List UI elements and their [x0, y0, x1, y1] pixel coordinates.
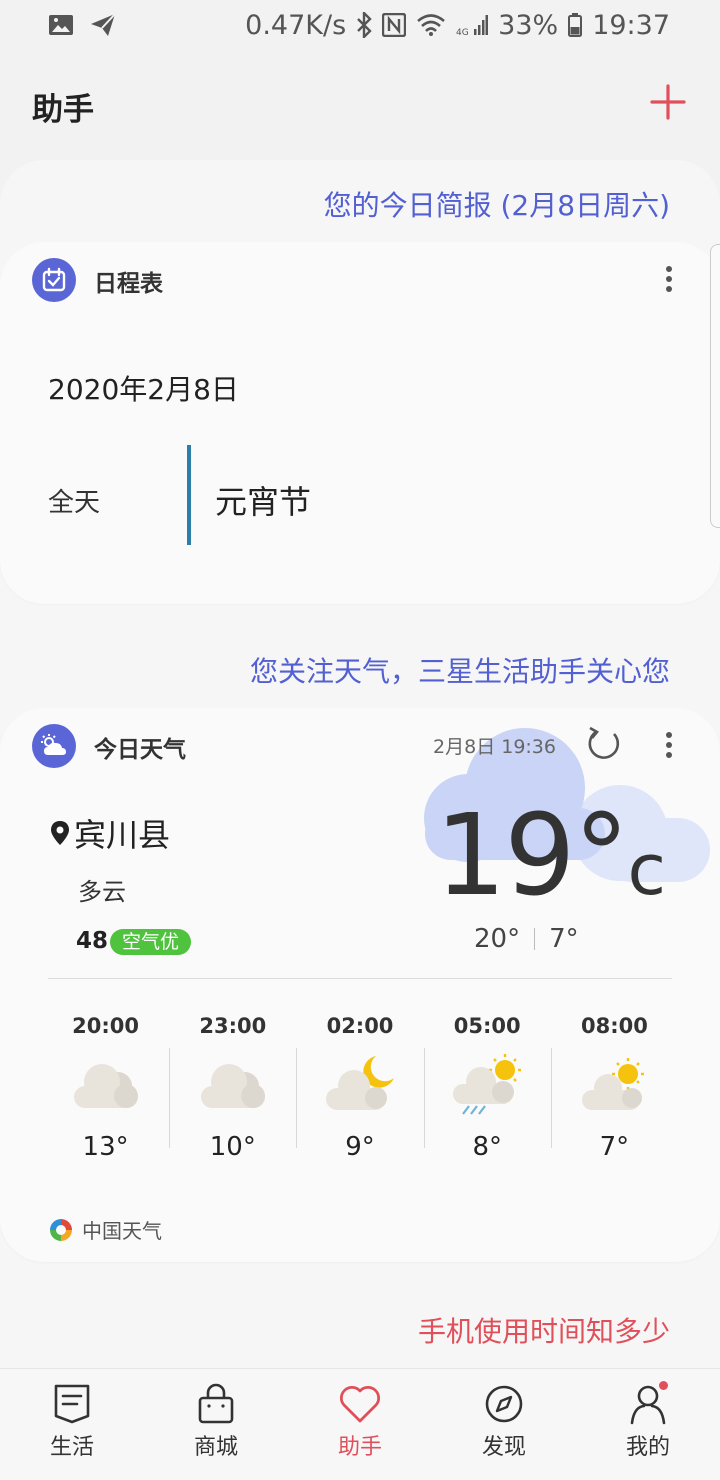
cloudy-night-icon	[326, 1056, 394, 1110]
china-weather-logo-icon	[50, 1218, 72, 1241]
hourly-item: 23:00 10°	[169, 1008, 296, 1188]
hour-temp: 8°	[472, 1132, 502, 1162]
weather-updated-time: 2月8日 19:36	[433, 736, 556, 758]
weather-divider	[48, 978, 672, 979]
nav-label: 发现	[481, 1435, 526, 1460]
heart-icon	[339, 1386, 381, 1423]
nav-discover[interactable]: 发现	[432, 1369, 576, 1480]
briefing-heading: 您的今日简报 (2月8日周六)	[323, 189, 670, 222]
battery-percent: 33%	[498, 9, 559, 41]
nav-label: 我的	[625, 1435, 670, 1460]
battery-icon	[568, 13, 583, 37]
hour-temp: 10°	[209, 1132, 256, 1162]
schedule-card[interactable]: 日程表 2020年2月8日 全天 元宵节	[0, 242, 720, 604]
network-speed: 0.47K/s	[245, 9, 347, 41]
weather-more-button[interactable]	[656, 730, 682, 762]
app-header: 助手	[32, 78, 692, 132]
location-name: 宾川县	[74, 816, 171, 854]
current-temp-value: 19°	[434, 791, 630, 921]
nav-profile[interactable]: 我的	[576, 1369, 720, 1480]
nav-label: 生活	[49, 1435, 94, 1460]
status-bar: 0.47K/s 4G 33% 19:37	[0, 0, 720, 50]
usage-heading[interactable]: 手机使用时间知多少	[418, 1310, 670, 1350]
partly-sunny-icon	[582, 1058, 645, 1110]
image-notification-icon	[48, 13, 74, 37]
temp-low: 7°	[549, 924, 579, 954]
nav-label: 助手	[337, 1435, 382, 1460]
plus-icon	[650, 84, 686, 120]
nav-assistant[interactable]: 助手	[288, 1369, 432, 1480]
cloudy-icon	[73, 1064, 138, 1108]
schedule-more-button[interactable]	[656, 264, 682, 296]
clock: 19:37	[592, 9, 670, 41]
hourly-item: 20:00 13°	[42, 1008, 169, 1188]
nav-label: 商城	[193, 1435, 238, 1460]
notification-dot	[659, 1381, 668, 1390]
weather-heading: 您关注天气，三星生活助手关心您	[249, 655, 670, 688]
hourly-item: 08:00 7°	[550, 1008, 678, 1188]
refresh-icon	[588, 726, 620, 759]
current-temperature: 19°c	[435, 800, 666, 912]
aqi-value: 48	[76, 928, 109, 954]
page-title: 助手	[32, 92, 94, 128]
temp-unit: c	[627, 829, 666, 911]
aqi-badge: 空气优	[110, 929, 192, 955]
more-vertical-icon	[666, 266, 672, 292]
temp-high-low: 20° 7°	[474, 924, 579, 954]
hourly-forecast: 20:00 13° 23:00 10° 02:00 9° 05:00 8° 08…	[42, 1008, 678, 1188]
bluetooth-icon	[356, 12, 372, 38]
more-vertical-icon	[666, 732, 672, 758]
event-color-bar	[187, 445, 191, 545]
life-icon	[54, 1384, 90, 1424]
hour-temp: 13°	[82, 1132, 129, 1162]
temp-high: 20°	[474, 924, 521, 954]
weather-cloud-sun-icon	[32, 724, 76, 768]
compass-icon	[485, 1385, 523, 1423]
hour-temp: 9°	[345, 1132, 375, 1162]
weather-condition: 多云	[78, 878, 126, 906]
schedule-allday-label: 全天	[48, 488, 101, 518]
hour-time: 20:00	[72, 1014, 140, 1038]
hourly-item: 05:00 8°	[423, 1008, 551, 1188]
hour-time: 02:00	[326, 1014, 394, 1038]
refresh-button[interactable]	[584, 724, 624, 764]
schedule-date: 2020年2月8日	[48, 373, 239, 406]
cloudy-icon	[200, 1064, 265, 1108]
send-notification-icon	[90, 13, 116, 37]
add-button[interactable]	[644, 78, 692, 126]
weather-source[interactable]: 中国天气	[48, 1215, 162, 1244]
shop-bag-icon	[198, 1383, 234, 1424]
nav-shop[interactable]: 商城	[144, 1369, 288, 1480]
weather-title: 今日天气	[94, 737, 186, 763]
calendar-check-icon	[32, 258, 76, 302]
cellular-signal-icon: 4G	[456, 13, 489, 37]
hour-temp: 7°	[599, 1132, 630, 1162]
schedule-title: 日程表	[94, 271, 163, 297]
hour-time: 05:00	[453, 1014, 521, 1038]
sun-rain-icon	[453, 1054, 522, 1115]
hour-time: 08:00	[580, 1014, 648, 1038]
hour-time: 23:00	[199, 1014, 267, 1038]
nav-life[interactable]: 生活	[0, 1369, 144, 1480]
schedule-event[interactable]: 元宵节	[215, 477, 311, 523]
edge-panel-handle[interactable]	[710, 244, 720, 528]
nfc-icon	[382, 13, 407, 37]
bottom-navigation: 生活 商城 助手 发现 我的	[0, 1368, 720, 1480]
weather-location[interactable]: 宾川县	[50, 810, 170, 856]
weather-source-label: 中国天气	[82, 1219, 162, 1243]
svg-text:4G: 4G	[456, 28, 469, 37]
hourly-item: 02:00 9°	[296, 1008, 423, 1188]
weather-card[interactable]: 今日天气 2月8日 19:36 宾川县 多云 48 空气优 19°c 20° 7…	[0, 708, 720, 1262]
wifi-icon	[416, 13, 446, 37]
location-pin-icon	[51, 821, 69, 845]
temp-separator	[534, 928, 536, 950]
